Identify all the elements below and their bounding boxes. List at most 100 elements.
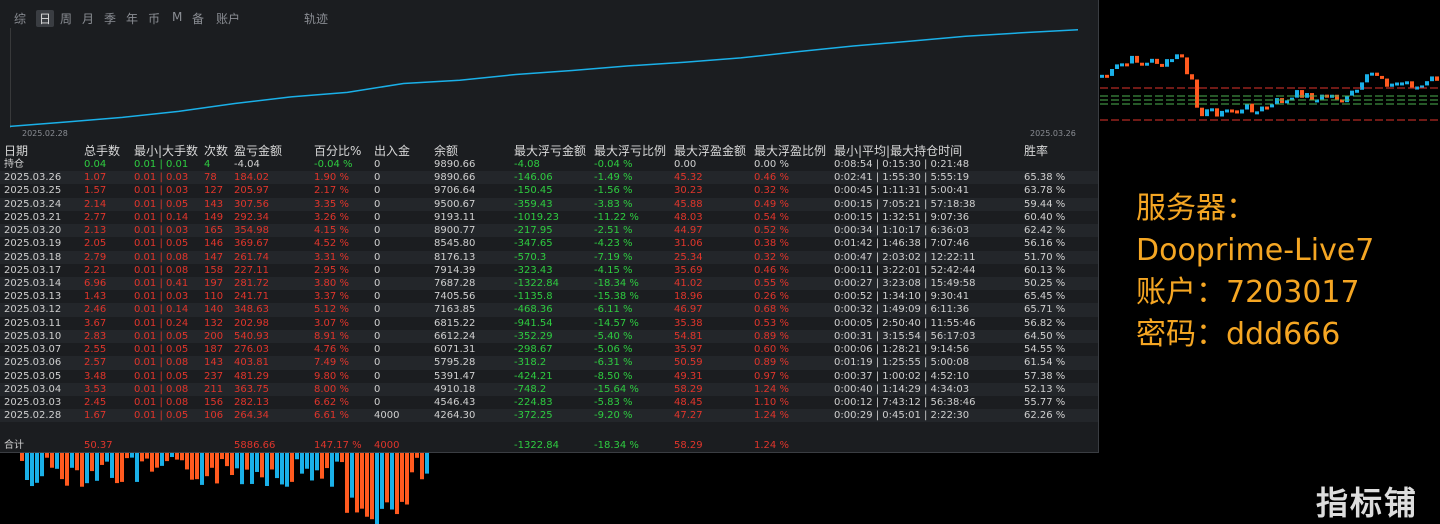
cell-lots: 1.67 [84,410,107,422]
candle [70,452,74,468]
header-balance[interactable]: 余额 [434,145,458,158]
cell-hold: 0:00:29 | 0:45:01 | 2:22:30 [834,410,970,422]
header-minmax[interactable]: 最小|大手数 [134,145,198,158]
tab-4[interactable]: 季 [104,10,116,27]
candle [400,452,404,502]
cell-maxdd_pct: -15.64 % [594,383,639,395]
cell-minmax: 0.01 | 0.03 [134,185,189,197]
cell-flow: 0 [374,238,381,250]
header-flow[interactable]: 出入金 [374,145,410,158]
candle [290,452,294,482]
cell-hold: 0:00:37 | 1:00:02 | 4:52:10 [834,370,970,382]
candle [50,452,54,468]
header-date[interactable]: 日期 [4,145,28,158]
cell-maxfp: 35.38 [674,317,703,329]
cell-flow: 0 [374,357,381,369]
tab-8[interactable]: 备 [192,10,204,27]
cell-pct: 3.35 % [314,198,349,210]
cell-maxdd: -468.36 [514,304,553,316]
cell-maxdd: -150.45 [514,185,553,197]
tab-1[interactable]: 日 [36,10,55,27]
candle [340,452,344,463]
cell-maxdd: -941.54 [514,317,553,329]
candle [245,452,249,470]
tab-0[interactable]: 综 [14,10,26,27]
cell-count: 187 [204,344,224,356]
cell-maxdd_pct: -8.50 % [594,370,633,382]
candle [255,452,259,472]
cell-hold: 0:00:15 | 7:05:21 | 57:18:38 [834,198,976,210]
cell-pct: 3.26 % [314,211,349,223]
header-pnl[interactable]: 盈亏金额 [234,145,282,158]
candle [1320,94,1324,100]
cell-balance: 9890.66 [434,172,476,184]
cell-maxfp: 41.02 [674,277,703,289]
cell-minmax: 0.01 | 0.05 [134,344,189,356]
cell-count: 165 [204,225,224,237]
tab-5[interactable]: 年 [126,10,138,27]
header-pct[interactable]: 百分比% [314,145,361,158]
candle [1170,59,1174,63]
cell-pct: 6.61 % [314,410,349,422]
cell-balance: 6815.22 [434,317,476,329]
candle [230,452,234,476]
header-maxfp_pct[interactable]: 最大浮盈比例 [754,145,826,158]
cell-count: 197 [204,277,224,289]
tab-6[interactable]: 币 [148,10,160,27]
candle [1355,89,1359,93]
cell-maxdd: -424.21 [514,370,553,382]
header-maxdd[interactable]: 最大浮亏金额 [514,145,586,158]
cell-pct: 4.76 % [314,344,349,356]
cell-maxdd: -352.29 [514,330,553,342]
tab-2[interactable]: 周 [60,10,72,27]
cell-flow: 0 [374,383,381,395]
candle [85,452,89,484]
candle [1350,90,1354,96]
table-row: 2025.03.11 3.67 0.01 | 0.24 132 202.98 3.07 %… [0,317,1098,330]
header-lots[interactable]: 总手数 [84,145,120,158]
header-maxfp[interactable]: 最大浮盈金额 [674,145,746,158]
header-count[interactable]: 次数 [204,145,228,158]
header-maxdd_pct[interactable]: 最大浮亏比例 [594,145,666,158]
cell-maxdd_pct: -6.11 % [594,304,633,316]
cell-pnl: -4.04 [234,159,260,170]
cell-pct: 5.12 % [314,304,349,316]
candle [1345,95,1349,103]
cell-date: 2025.03.11 [4,317,62,329]
header-win[interactable]: 胜率 [1024,145,1048,158]
cell-hold: 0:00:06 | 1:28:21 | 9:14:56 [834,344,970,356]
cell-balance: 7405.56 [434,291,476,303]
tab-7[interactable]: M [172,10,182,24]
cell-lots: 2.21 [84,264,107,276]
cell-count: 78 [204,172,217,184]
cell-pct: 4.15 % [314,225,349,237]
tab-9[interactable]: 账户 [216,10,240,27]
cell-win: 62.26 % [1024,410,1066,422]
cell-lots: 2.05 [84,238,107,250]
cell-pct: 7.49 % [314,357,349,369]
cell-lots: 2.79 [84,251,107,263]
table-row: 2025.03.21 2.77 0.01 | 0.14 149 292.34 3.26 %… [0,211,1098,224]
candle [1285,100,1289,104]
candle [285,452,289,487]
total-maxfp: 58.29 [674,440,703,451]
candle [190,452,194,480]
cell-maxfp: 48.03 [674,211,703,223]
cell-maxfp_pct: 0.32 % [754,251,789,263]
cell-maxdd_pct: -5.06 % [594,344,633,356]
table-row: 2025.03.18 2.79 0.01 | 0.08 147 261.74 3.31 %… [0,250,1098,264]
cell-maxfp: 18.96 [674,291,703,303]
cell-pnl: 241.71 [234,291,269,303]
candle [265,452,269,487]
cell-flow: 0 [374,344,381,356]
cell-maxfp: 48.45 [674,396,703,408]
cell-minmax: 0.01 | 0.41 [134,277,189,289]
tab-10[interactable]: 轨迹 [304,10,328,27]
cell-maxdd: -748.2 [514,383,547,395]
candle [1300,90,1304,98]
tab-3[interactable]: 月 [82,10,94,27]
table-row: 2025.03.12 2.46 0.01 | 0.14 140 348.63 5.12 %… [0,303,1098,317]
candle [300,452,304,474]
header-hold[interactable]: 最小|平均|最大持仓时间 [834,145,962,158]
cell-maxfp_pct: 0.53 % [754,317,789,329]
